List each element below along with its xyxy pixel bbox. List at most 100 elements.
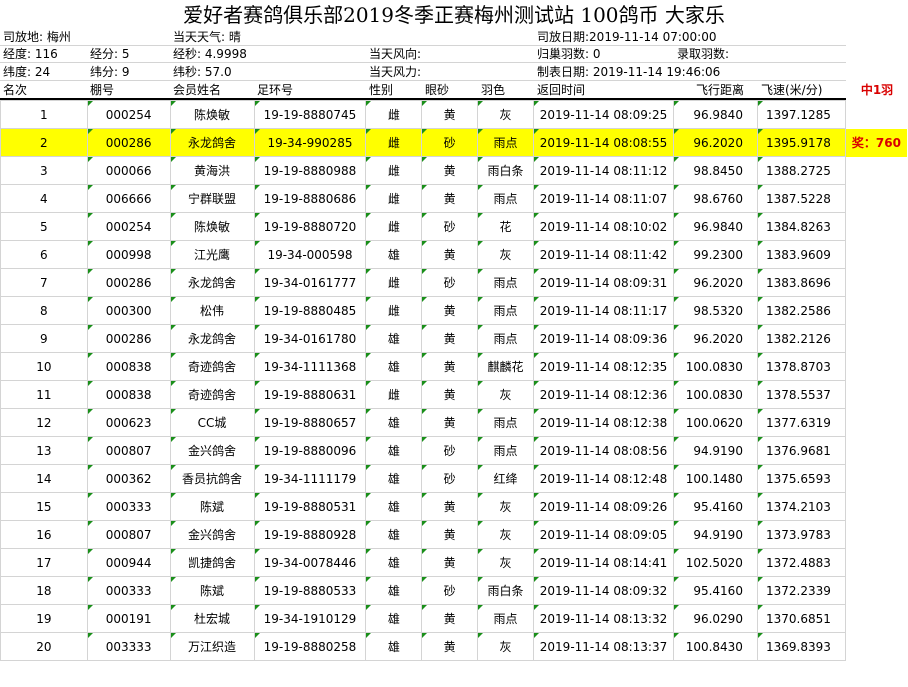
sex-cell[interactable]: 雄: [365, 464, 423, 493]
shed-cell[interactable]: 000838: [86, 380, 171, 409]
eye-cell[interactable]: 砂: [421, 436, 479, 465]
distance-cell[interactable]: 100.0830: [673, 352, 758, 381]
speed-cell[interactable]: 1370.6851: [756, 604, 846, 633]
eye-cell[interactable]: 砂: [421, 268, 479, 297]
shed-cell[interactable]: 000623: [86, 408, 171, 437]
table-row[interactable]: 18 000333 陈斌 19-19-8880533 雄砂雨白条 2019-11-14 0…: [0, 576, 908, 605]
distance-cell[interactable]: 99.2300: [673, 240, 758, 269]
member-name-cell[interactable]: 永龙鸽舍: [169, 128, 255, 157]
ring-number-cell[interactable]: 19-34-1910129: [253, 604, 367, 633]
table-row[interactable]: 8 000300 松伟 19-19-8880485 雌黄雨点 2019-11-14 08:…: [0, 296, 908, 325]
speed-cell[interactable]: 1372.2339: [756, 576, 846, 605]
eye-cell[interactable]: 砂: [421, 128, 479, 157]
speed-cell[interactable]: 1374.2103: [756, 492, 846, 521]
return-time-cell[interactable]: 2019-11-14 08:09:25: [533, 100, 674, 129]
member-name-cell[interactable]: 奇迹鸽舍: [169, 352, 255, 381]
shed-cell[interactable]: 000807: [86, 436, 171, 465]
shed-cell[interactable]: 000191: [86, 604, 171, 633]
return-time-cell[interactable]: 2019-11-14 08:09:32: [533, 576, 674, 605]
feather-color-cell[interactable]: 花: [477, 212, 535, 241]
ring-number-cell[interactable]: 19-34-1111368: [253, 352, 367, 381]
distance-cell[interactable]: 100.0830: [673, 380, 758, 409]
speed-cell[interactable]: 1387.5228: [756, 184, 846, 213]
member-name-cell[interactable]: 陈焕敏: [169, 212, 255, 241]
shed-cell[interactable]: 000838: [86, 352, 171, 381]
sex-cell[interactable]: 雄: [365, 324, 423, 353]
table-row[interactable]: 7 000286 永龙鸽舍 19-34-0161777 雌砂雨点 2019-11-14 0…: [0, 268, 908, 297]
ring-number-cell[interactable]: 19-19-8880531: [253, 492, 367, 521]
sex-cell[interactable]: 雌: [365, 212, 423, 241]
feather-color-cell[interactable]: 灰: [477, 380, 535, 409]
shed-cell[interactable]: 000300: [86, 296, 171, 325]
eye-cell[interactable]: 黄: [421, 240, 479, 269]
member-name-cell[interactable]: 奇迹鸽舍: [169, 380, 255, 409]
rank-cell[interactable]: 2: [0, 128, 88, 157]
feather-color-cell[interactable]: 雨白条: [477, 156, 535, 185]
member-name-cell[interactable]: 万江织造: [169, 632, 255, 661]
rank-cell[interactable]: 14: [0, 464, 88, 493]
return-time-cell[interactable]: 2019-11-14 08:09:26: [533, 492, 674, 521]
ring-number-cell[interactable]: 19-19-8880686: [253, 184, 367, 213]
rank-cell[interactable]: 17: [0, 548, 88, 577]
shed-cell[interactable]: 000333: [86, 492, 171, 521]
distance-cell[interactable]: 100.0620: [673, 408, 758, 437]
return-time-cell[interactable]: 2019-11-14 08:09:36: [533, 324, 674, 353]
return-time-cell[interactable]: 2019-11-14 08:11:42: [533, 240, 674, 269]
eye-cell[interactable]: 砂: [421, 576, 479, 605]
table-row[interactable]: 20 003333 万江织造 19-19-8880258 雄黄灰 2019-11-14 0…: [0, 632, 908, 661]
feather-color-cell[interactable]: 灰: [477, 548, 535, 577]
sex-cell[interactable]: 雄: [365, 436, 423, 465]
distance-cell[interactable]: 94.9190: [673, 436, 758, 465]
sex-cell[interactable]: 雄: [365, 576, 423, 605]
ring-number-cell[interactable]: 19-34-1111179: [253, 464, 367, 493]
eye-cell[interactable]: 黄: [421, 352, 479, 381]
sex-cell[interactable]: 雌: [365, 184, 423, 213]
table-row[interactable]: 6 000998 江光鹰 19-34-000598 雄黄灰 2019-11-14 08:1…: [0, 240, 908, 269]
distance-cell[interactable]: 96.2020: [673, 324, 758, 353]
member-name-cell[interactable]: 陈焕敏: [169, 100, 255, 129]
table-row[interactable]: 10 000838 奇迹鸽舍 19-34-1111368 雄黄麒麟花 2019-11-14…: [0, 352, 908, 381]
distance-cell[interactable]: 95.4160: [673, 576, 758, 605]
shed-cell[interactable]: 000998: [86, 240, 171, 269]
distance-cell[interactable]: 100.8430: [673, 632, 758, 661]
rank-cell[interactable]: 7: [0, 268, 88, 297]
rank-cell[interactable]: 1: [0, 100, 88, 129]
shed-cell[interactable]: 000254: [86, 100, 171, 129]
ring-number-cell[interactable]: 19-34-0078446: [253, 548, 367, 577]
sex-cell[interactable]: 雄: [365, 492, 423, 521]
sex-cell[interactable]: 雄: [365, 604, 423, 633]
speed-cell[interactable]: 1383.9609: [756, 240, 846, 269]
rank-cell[interactable]: 19: [0, 604, 88, 633]
sex-cell[interactable]: 雌: [365, 268, 423, 297]
eye-cell[interactable]: 黄: [421, 296, 479, 325]
sex-cell[interactable]: 雌: [365, 156, 423, 185]
sex-cell[interactable]: 雄: [365, 548, 423, 577]
rank-cell[interactable]: 8: [0, 296, 88, 325]
distance-cell[interactable]: 96.0290: [673, 604, 758, 633]
ring-number-cell[interactable]: 19-19-8880258: [253, 632, 367, 661]
member-name-cell[interactable]: 陈斌: [169, 576, 255, 605]
return-time-cell[interactable]: 2019-11-14 08:13:37: [533, 632, 674, 661]
member-name-cell[interactable]: 金兴鸽舍: [169, 436, 255, 465]
ring-number-cell[interactable]: 19-34-0161777: [253, 268, 367, 297]
ring-number-cell[interactable]: 19-19-8880720: [253, 212, 367, 241]
table-row[interactable]: 14 000362 香员抗鸽舍 19-34-1111179 雄砂红绛 2019-11-14…: [0, 464, 908, 493]
member-name-cell[interactable]: 永龙鸽舍: [169, 324, 255, 353]
table-row[interactable]: 19 000191 杜宏城 19-34-1910129 雄黄雨点 2019-11-14 0…: [0, 604, 908, 633]
eye-cell[interactable]: 黄: [421, 548, 479, 577]
distance-cell[interactable]: 102.5020: [673, 548, 758, 577]
sex-cell[interactable]: 雄: [365, 520, 423, 549]
feather-color-cell[interactable]: 红绛: [477, 464, 535, 493]
table-row[interactable]: 5 000254 陈焕敏 19-19-8880720 雌砂花 2019-11-14 08:…: [0, 212, 908, 241]
ring-number-cell[interactable]: 19-34-0161780: [253, 324, 367, 353]
speed-cell[interactable]: 1375.6593: [756, 464, 846, 493]
member-name-cell[interactable]: 江光鹰: [169, 240, 255, 269]
rank-cell[interactable]: 15: [0, 492, 88, 521]
speed-cell[interactable]: 1384.8263: [756, 212, 846, 241]
return-time-cell[interactable]: 2019-11-14 08:08:56: [533, 436, 674, 465]
member-name-cell[interactable]: 陈斌: [169, 492, 255, 521]
distance-cell[interactable]: 96.9840: [673, 100, 758, 129]
sex-cell[interactable]: 雌: [365, 128, 423, 157]
table-row[interactable]: 15 000333 陈斌 19-19-8880531 雄黄灰 2019-11-14 08:…: [0, 492, 908, 521]
return-time-cell[interactable]: 2019-11-14 08:12:48: [533, 464, 674, 493]
